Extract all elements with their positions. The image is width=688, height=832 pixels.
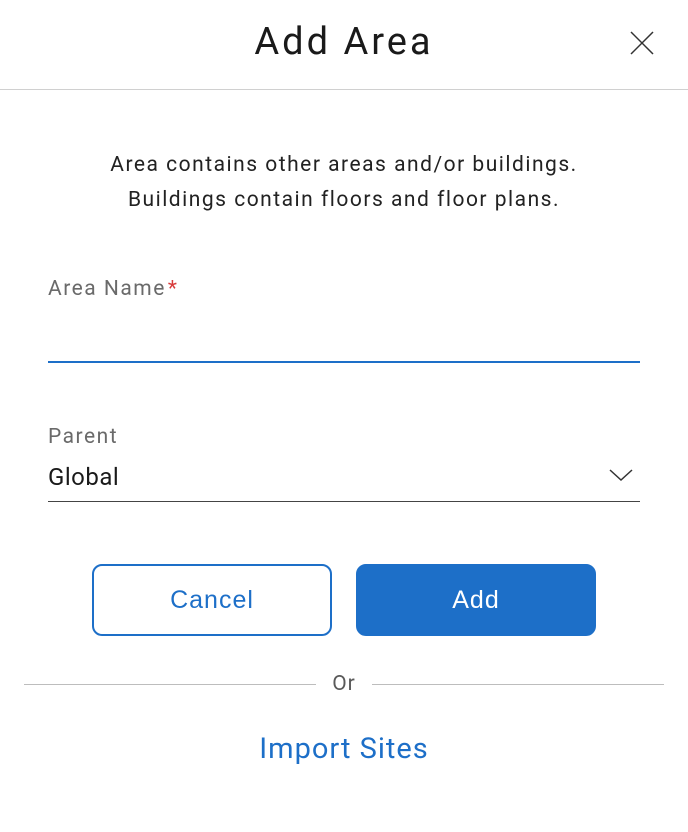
parent-selected-value: Global [48, 463, 119, 491]
dialog-title: Add Area [254, 20, 433, 64]
parent-field: Parent Global [48, 425, 640, 502]
import-sites-link[interactable]: Import Sites [48, 732, 640, 766]
dialog-header: Add Area [0, 0, 688, 90]
add-button[interactable]: Add [356, 564, 596, 636]
description-line1: Area contains other areas and/or buildin… [110, 153, 577, 177]
area-name-field: Area Name* [48, 277, 640, 363]
button-row: Cancel Add [48, 564, 640, 636]
dialog-body: Area contains other areas and/or buildin… [0, 90, 688, 766]
divider-line-left [24, 684, 316, 685]
divider-row: Or [24, 672, 664, 696]
parent-select[interactable]: Global [48, 457, 640, 502]
dialog-description: Area contains other areas and/or buildin… [48, 148, 640, 217]
divider-line-right [372, 684, 664, 685]
close-button[interactable] [624, 26, 660, 62]
divider-text: Or [332, 672, 356, 696]
chevron-down-icon [608, 467, 634, 487]
area-name-label-text: Area Name [48, 277, 166, 301]
close-icon [628, 29, 656, 60]
description-line2: Buildings contain floors and floor plans… [128, 188, 560, 212]
parent-label: Parent [48, 425, 640, 449]
cancel-button[interactable]: Cancel [92, 564, 332, 636]
area-name-label: Area Name* [48, 277, 640, 301]
required-asterisk: * [168, 277, 179, 301]
area-name-input[interactable] [48, 309, 640, 363]
